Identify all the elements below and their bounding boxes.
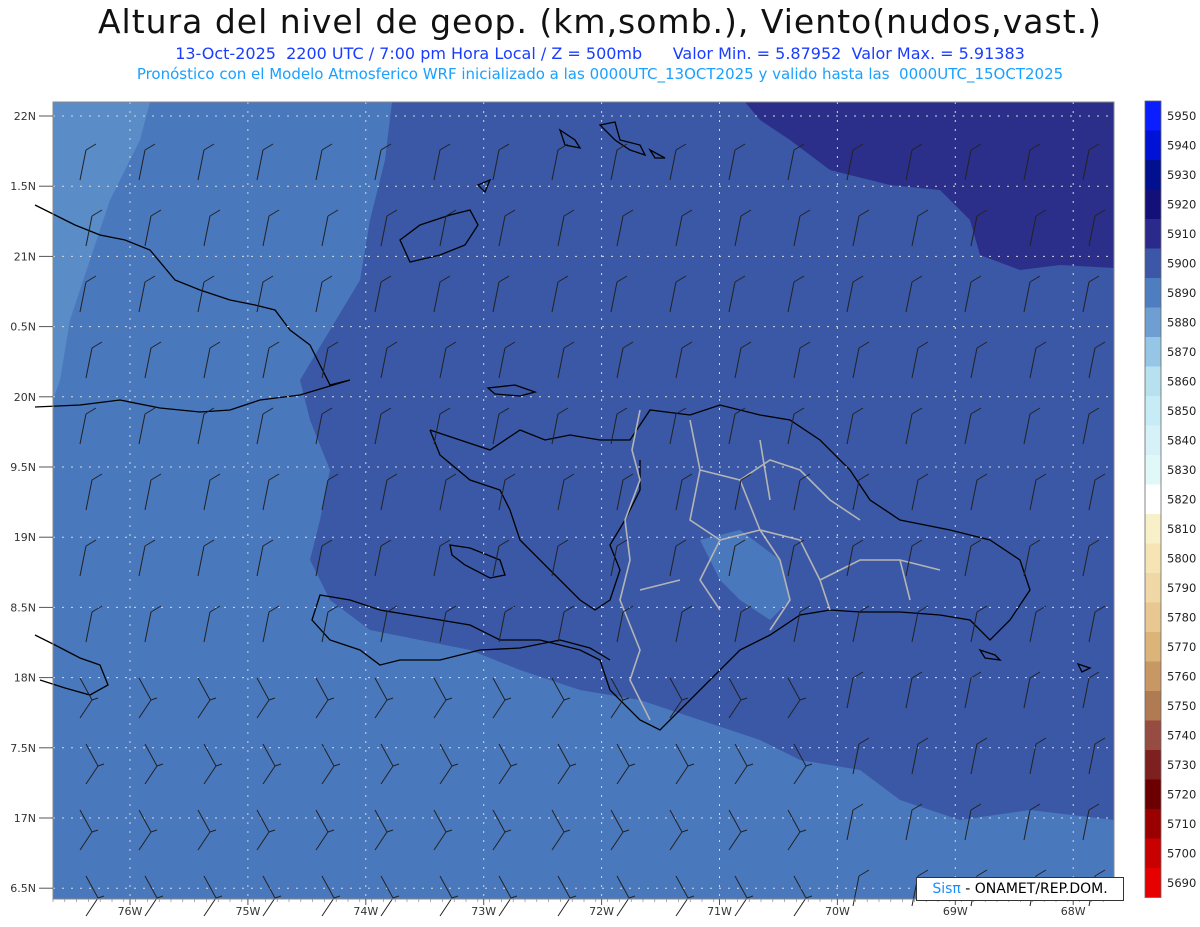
lon-label: 75W: [235, 905, 260, 918]
lat-label: 19N: [14, 531, 36, 544]
colorbar-label: 5940: [1167, 138, 1196, 152]
colorbar-label: 5760: [1167, 669, 1196, 683]
colorbar-label: 5870: [1167, 345, 1196, 359]
lat-label: 6.5N: [10, 882, 36, 895]
colorbar-swatch: [1145, 219, 1161, 249]
credit-logo: Sisπ: [932, 881, 961, 897]
colorbar-label: 5880: [1167, 315, 1196, 329]
lon-label: 74W: [353, 905, 378, 918]
colorbar-label: 5730: [1167, 758, 1196, 772]
colorbar-label: 5950: [1167, 109, 1196, 123]
colorbar-swatch: [1145, 366, 1161, 396]
colorbar-label: 5810: [1167, 522, 1196, 536]
longitude-labels: 76W 75W 74W 73W 72W 71W 70W 69W 68W: [52, 899, 1104, 918]
lat-label: 18N: [14, 672, 36, 685]
lon-label: 72W: [589, 905, 614, 918]
colorbar-label: 5830: [1167, 463, 1196, 477]
colorbar-swatch: [1145, 543, 1161, 573]
colorbar-swatch: [1145, 189, 1161, 219]
lat-label: 9.5N: [10, 461, 36, 474]
colorbar-label: 5850: [1167, 404, 1196, 418]
lat-label: 0.5N: [10, 321, 36, 334]
colorbar-swatch: [1145, 661, 1161, 691]
colorbar-swatch: [1145, 455, 1161, 485]
colorbar-label: 5820: [1167, 492, 1196, 506]
colorbar-swatch: [1145, 602, 1161, 632]
colorbar-swatch: [1145, 396, 1161, 426]
colorbar-label: 5910: [1167, 227, 1196, 241]
colorbar-swatch: [1145, 720, 1161, 750]
colorbar-label: 5920: [1167, 197, 1196, 211]
lat-label: 17N: [14, 812, 36, 825]
colorbar-label: 5800: [1167, 551, 1196, 565]
colorbar-label: 5700: [1167, 846, 1196, 860]
colorbar-label: 5770: [1167, 640, 1196, 654]
colorbar-swatch: [1145, 691, 1161, 721]
lon-label: 71W: [707, 905, 732, 918]
colorbar-label: 5890: [1167, 286, 1196, 300]
colorbar-swatch: [1145, 425, 1161, 455]
colorbar-swatch: [1145, 101, 1161, 131]
colorbar-swatch: [1145, 838, 1161, 868]
colorbar-label: 5860: [1167, 374, 1196, 388]
colorbar-label: 5900: [1167, 256, 1196, 270]
lat-label: 1.5N: [10, 180, 36, 193]
colorbar-swatch: [1145, 573, 1161, 603]
colorbar-swatch: [1145, 809, 1161, 839]
colorbar-swatch: [1145, 278, 1161, 308]
credit-text: - ONAMET/REP.DOM.: [965, 881, 1108, 897]
lon-label: 70W: [825, 905, 850, 918]
lat-label: 22N: [14, 110, 36, 123]
lat-label: 20N: [14, 391, 36, 404]
colorbar-label: 5740: [1167, 728, 1196, 742]
lon-label: 73W: [471, 905, 496, 918]
colorbar-swatch: [1145, 779, 1161, 809]
colorbar-label: 5790: [1167, 581, 1196, 595]
lon-label: 68W: [1061, 905, 1086, 918]
colorbar-swatch: [1145, 160, 1161, 190]
geopotential-shading: [53, 102, 1114, 899]
colorbar-label: 5750: [1167, 699, 1196, 713]
colorbar-label: 5930: [1167, 168, 1196, 182]
colorbar-swatch: [1145, 514, 1161, 544]
colorbar-label: 5720: [1167, 787, 1196, 801]
colorbar-label: 5840: [1167, 433, 1196, 447]
lat-label: 21N: [14, 250, 36, 263]
colorbar-swatch: [1145, 248, 1161, 278]
lon-label: 69W: [943, 905, 968, 918]
colorbar-swatch: [1145, 484, 1161, 514]
colorbar-swatch: [1145, 337, 1161, 367]
colorbar-swatch: [1145, 632, 1161, 662]
weather-map: 22N 1.5N 21N 0.5N 20N 9.5N 19N 8.5N 18N 7.5N 17N 6.…: [10, 100, 1196, 918]
colorbar-label: 5780: [1167, 610, 1196, 624]
latitude-labels: 22N 1.5N 21N 0.5N 20N 9.5N 19N 8.5N 18N 7.5N 17N 6.…: [10, 110, 53, 895]
lon-label: 76W: [118, 905, 143, 918]
colorbar-label: 5710: [1167, 817, 1196, 831]
colorbar-swatch: [1145, 130, 1161, 160]
colorbar: 5950 5940 5930 5920 5910 5900 5890 5880 5870 5860…: [1144, 100, 1196, 898]
colorbar-swatch: [1145, 868, 1161, 898]
lat-label: 7.5N: [10, 742, 36, 755]
colorbar-swatch: [1145, 750, 1161, 780]
lat-label: 8.5N: [10, 601, 36, 614]
credit-box: Sisπ - ONAMET/REP.DOM.: [916, 877, 1124, 901]
colorbar-swatch: [1145, 307, 1161, 337]
colorbar-label: 5690: [1167, 876, 1196, 890]
